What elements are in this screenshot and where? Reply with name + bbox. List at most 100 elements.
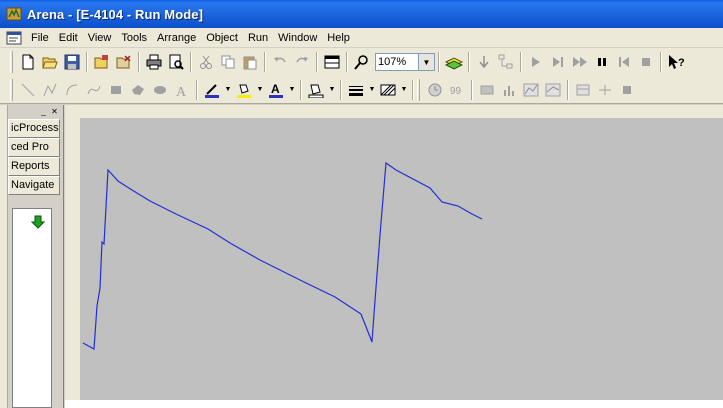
fill-pattern-dropdown[interactable]: ▼ — [399, 79, 409, 101]
zoom-control: 107% ▼ — [375, 53, 435, 71]
copy-icon[interactable] — [217, 51, 239, 73]
new-icon[interactable] — [17, 51, 39, 73]
box-icon[interactable] — [105, 79, 127, 101]
toolbar-separator — [471, 79, 473, 100]
toolbar-separator — [660, 52, 662, 72]
menu-object[interactable]: Object — [201, 32, 243, 44]
toolbar-separator — [86, 52, 88, 72]
save-icon[interactable] — [61, 51, 83, 73]
toolbar-grip[interactable] — [417, 78, 420, 101]
window-background-dropdown[interactable]: ▼ — [327, 79, 337, 101]
window-background-icon[interactable] — [305, 79, 327, 101]
minimize-icon[interactable]: _ — [39, 107, 48, 117]
pause-icon[interactable] — [591, 51, 613, 73]
text-icon[interactable]: A — [171, 79, 193, 101]
tab-advanced-process[interactable]: ced Pro — [8, 138, 60, 157]
toolbar-separator — [190, 52, 192, 72]
navigate-tree[interactable] — [12, 208, 52, 408]
toolbar-separator — [138, 52, 140, 72]
canvas-bottom-strip — [65, 400, 723, 408]
cut-icon[interactable] — [195, 51, 217, 73]
polygon-icon[interactable] — [127, 79, 149, 101]
title-bar[interactable]: Arena - [E-4104 - Run Mode] — [0, 0, 723, 28]
paste-icon[interactable] — [239, 51, 261, 73]
bezier-icon[interactable] — [83, 79, 105, 101]
plot-svg — [82, 161, 483, 350]
station-icon[interactable] — [616, 79, 638, 101]
arena-window: Arena - [E-4104 - Run Mode] File Edit Vi… — [0, 0, 723, 408]
toolbar-separator — [346, 52, 348, 72]
line-icon[interactable] — [17, 79, 39, 101]
ellipse-icon[interactable] — [149, 79, 171, 101]
flowchart-icon[interactable] — [495, 51, 517, 73]
clock-icon[interactable] — [424, 79, 446, 101]
document-icon[interactable] — [6, 31, 22, 45]
menu-help[interactable]: Help — [322, 32, 355, 44]
play-icon[interactable] — [525, 51, 547, 73]
fill-color-icon[interactable] — [233, 79, 255, 101]
menu-file[interactable]: File — [26, 32, 54, 44]
toolbar-separator — [196, 79, 198, 100]
menu-run[interactable]: Run — [243, 32, 273, 44]
tab-navigate[interactable]: Navigate — [8, 176, 60, 195]
text-color-icon[interactable]: A — [265, 79, 287, 101]
tab-basic-process[interactable]: icProcess — [8, 119, 60, 138]
zoom-input[interactable]: 107% — [375, 53, 419, 71]
layers-icon[interactable] — [443, 51, 465, 73]
toolbar-separator — [412, 79, 414, 100]
arc-icon[interactable] — [61, 79, 83, 101]
tab-reports[interactable]: Reports — [8, 157, 60, 176]
toolbar-separator — [520, 52, 522, 72]
toolbar-separator — [300, 79, 302, 100]
model-canvas[interactable] — [80, 118, 723, 400]
svg-text:?: ? — [678, 57, 685, 69]
line-color-dropdown[interactable]: ▼ — [223, 79, 233, 101]
stop-icon[interactable] — [635, 51, 657, 73]
fill-color-dropdown[interactable]: ▼ — [255, 79, 265, 101]
polyline-icon[interactable] — [39, 79, 61, 101]
toolbar-separator — [438, 52, 440, 72]
zoom-icon[interactable] — [351, 51, 373, 73]
connect-icon[interactable] — [473, 51, 495, 73]
histogram-icon[interactable] — [498, 79, 520, 101]
plot-icon[interactable] — [520, 79, 542, 101]
menu-view[interactable]: View — [83, 32, 117, 44]
undo-icon[interactable] — [269, 51, 291, 73]
line-width-dropdown[interactable]: ▼ — [367, 79, 377, 101]
menu-edit[interactable]: Edit — [54, 32, 83, 44]
zoom-dropdown-button[interactable]: ▼ — [419, 53, 435, 71]
line-width-icon[interactable] — [345, 79, 367, 101]
open-template-icon[interactable] — [91, 51, 113, 73]
plot-line — [82, 161, 483, 350]
window-layout-icon[interactable] — [321, 51, 343, 73]
svg-text:A: A — [176, 85, 187, 98]
open-folder-icon[interactable] — [39, 51, 61, 73]
help-pointer-icon[interactable]: ? — [665, 51, 687, 73]
chart-icon[interactable] — [542, 79, 564, 101]
level-icon[interactable] — [476, 79, 498, 101]
menu-arrange[interactable]: Arrange — [152, 32, 201, 44]
line-color-icon[interactable] — [201, 79, 223, 101]
arena-app-icon[interactable] — [6, 6, 22, 22]
route-icon[interactable] — [594, 79, 616, 101]
panel-controls: _ ✕ — [0, 105, 63, 119]
close-icon[interactable]: ✕ — [50, 107, 59, 117]
menu-window[interactable]: Window — [273, 32, 322, 44]
step-icon[interactable] — [547, 51, 569, 73]
close-template-icon[interactable] — [113, 51, 135, 73]
down-arrow-icon[interactable] — [30, 215, 46, 232]
table-icon[interactable] — [572, 79, 594, 101]
toolbar-grip[interactable] — [10, 51, 13, 73]
text-color-dropdown[interactable]: ▼ — [287, 79, 297, 101]
print-icon[interactable] — [143, 51, 165, 73]
toolbar-grip[interactable] — [10, 78, 13, 101]
print-preview-icon[interactable] — [165, 51, 187, 73]
fill-pattern-icon[interactable] — [377, 79, 399, 101]
menu-tools[interactable]: Tools — [116, 32, 152, 44]
rewind-start-icon[interactable] — [613, 51, 635, 73]
splitter-edge[interactable] — [0, 105, 8, 408]
toolbar-separator — [264, 52, 266, 72]
variable-icon[interactable]: 99 — [446, 79, 468, 101]
redo-icon[interactable] — [291, 51, 313, 73]
fast-forward-icon[interactable] — [569, 51, 591, 73]
